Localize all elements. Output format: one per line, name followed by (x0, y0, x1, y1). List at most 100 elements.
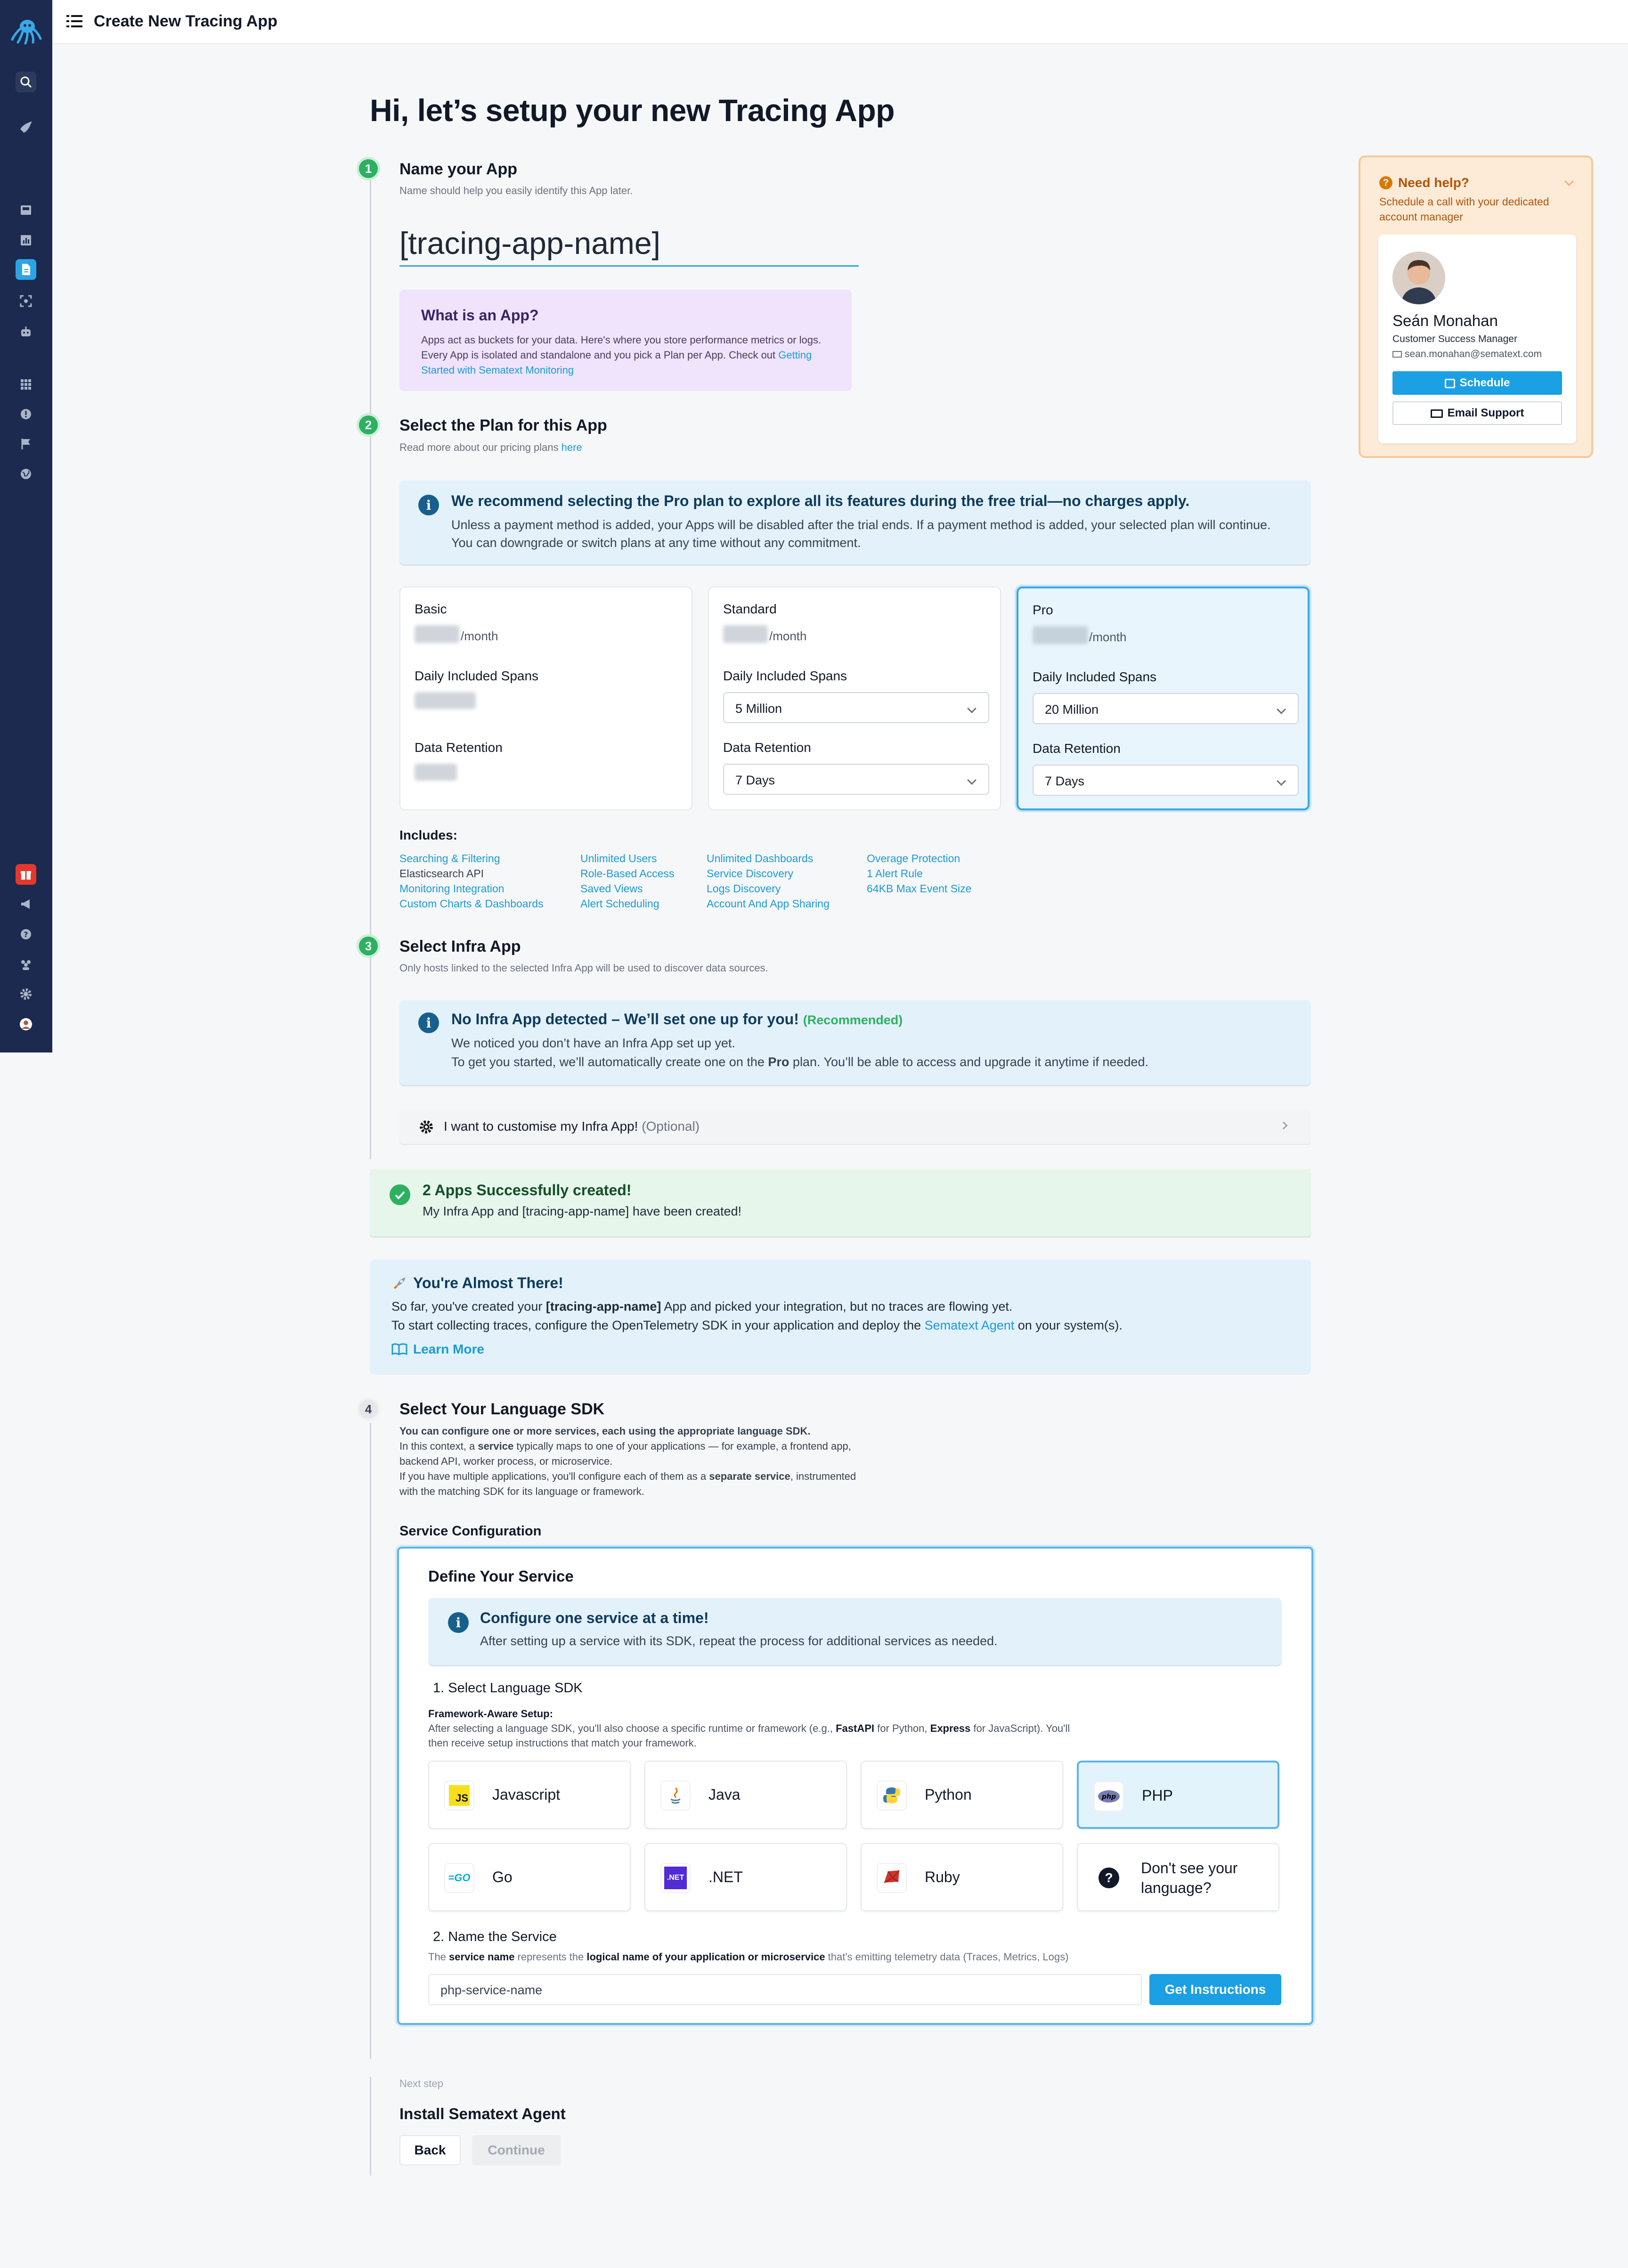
get-instructions-button[interactable]: Get Instructions (1149, 1974, 1281, 2005)
service-name-input[interactable]: php-service-name (428, 1974, 1142, 2005)
language-option-ruby[interactable]: Ruby (861, 1843, 1063, 1911)
feature-link[interactable]: Monitoring Integration (399, 881, 544, 896)
plan-price-redacted (415, 625, 459, 643)
document-icon[interactable] (16, 259, 36, 280)
name-service-hint: The service name represents the logical … (428, 1951, 1069, 1963)
step-4-title: Select Your Language SDK (399, 1400, 605, 1418)
feature-link[interactable]: Overage Protection (867, 851, 971, 866)
step-connector (370, 179, 371, 1159)
includes-title: Includes: (399, 828, 457, 842)
language-option-dotnet[interactable]: .NET .NET (644, 1843, 847, 1911)
recommendation-title: We recommend selecting the Pro plan to e… (451, 492, 1190, 509)
python-icon (877, 1780, 907, 1811)
continue-button[interactable]: Continue (472, 2135, 561, 2165)
need-help-panel: ? Need help? Schedule a call with your d… (1359, 155, 1593, 458)
customise-infra-app-toggle[interactable]: I want to customise my Infra App! (Optio… (399, 1110, 1311, 1144)
spans-select[interactable]: 20 Million (1033, 693, 1299, 724)
feature-link[interactable]: Alert Scheduling (580, 896, 674, 911)
plan-spans-label: Daily Included Spans (415, 669, 539, 683)
language-option-php[interactable]: php PHP (1077, 1761, 1279, 1829)
rocket-icon[interactable] (16, 117, 36, 138)
user-avatar-icon[interactable] (16, 1014, 36, 1035)
app-name-input[interactable]: [tracing-app-name] (399, 223, 859, 267)
recommendation-text: Unless a payment method is added, your A… (451, 518, 1271, 550)
team-icon[interactable] (16, 954, 36, 975)
learn-more-link[interactable]: Learn More (391, 1342, 484, 1357)
megaphone-icon[interactable] (16, 894, 36, 914)
language-label: PHP (1142, 1787, 1173, 1804)
menu-toggle-icon[interactable] (66, 14, 82, 28)
feature-link[interactable]: 64KB Max Event Size (867, 881, 971, 896)
alert-icon[interactable] (16, 404, 36, 424)
spans-select[interactable]: 5 Million (723, 692, 989, 723)
feature-link[interactable]: Account And App Sharing (707, 896, 830, 911)
language-option-python[interactable]: Python (861, 1761, 1063, 1829)
feature-link[interactable]: Searching & Filtering (399, 851, 544, 866)
language-option-javascript[interactable]: JS Javascript (428, 1761, 631, 1829)
help-icon[interactable]: ? (16, 924, 36, 945)
feature-link[interactable]: Custom Charts & Dashboards (399, 896, 544, 911)
next-step-title: Install Sematext Agent (399, 2105, 566, 2122)
plan-card-standard[interactable]: Standard /month Daily Included Spans 5 M… (708, 587, 1001, 810)
language-option-go[interactable]: =GO Go (428, 1843, 631, 1911)
plan-name: Pro (1033, 603, 1053, 617)
feature-link[interactable]: Role-Based Access (580, 866, 674, 881)
includes-column: Searching & Filtering Elasticsearch API … (399, 851, 544, 911)
retention-select[interactable]: 7 Days (723, 764, 989, 795)
step-3-marker: 3 (357, 934, 380, 958)
success-text: My Infra App and [tracing-app-name] have… (423, 1204, 741, 1218)
feature-link[interactable]: Saved Views (580, 881, 674, 896)
ruby-icon (877, 1863, 907, 1893)
feature-link[interactable]: Logs Discovery (707, 881, 830, 896)
collapse-chevron-icon[interactable] (1564, 177, 1574, 186)
account-manager-card: Seán Monahan Customer Success Manager se… (1378, 235, 1576, 443)
feature-link[interactable]: Unlimited Users (580, 851, 674, 866)
define-service-title: Define Your Service (428, 1567, 574, 1585)
feature-link[interactable]: Service Discovery (707, 866, 830, 881)
scan-icon[interactable] (16, 291, 36, 311)
language-option-java[interactable]: Java (644, 1761, 847, 1829)
plan-retention-label: Data Retention (415, 740, 503, 755)
gift-icon[interactable] (16, 864, 36, 885)
robot-icon[interactable] (16, 321, 36, 342)
inbox-icon[interactable] (16, 200, 36, 220)
notice-title: No Infra App detected – We’ll set one up… (451, 1011, 903, 1028)
php-icon: php (1094, 1781, 1124, 1811)
plan-card-pro[interactable]: Pro /month Daily Included Spans 20 Milli… (1017, 587, 1310, 810)
envelope-icon (1430, 409, 1443, 418)
step-1-title: Name your App (399, 160, 518, 178)
feature-link[interactable]: 1 Alert Rule (867, 866, 971, 881)
language-label: Go (492, 1868, 513, 1885)
email-support-button[interactable]: Email Support (1392, 401, 1562, 425)
settings-gear-icon[interactable] (16, 984, 36, 1004)
one-service-notice: i Configure one service at a time! After… (428, 1598, 1282, 1665)
plan-spans-label: Daily Included Spans (723, 669, 847, 683)
plan-card-basic[interactable]: Basic /month Daily Included Spans Data R… (399, 587, 692, 810)
chevron-down-icon (1277, 705, 1286, 714)
gear-icon (420, 1120, 433, 1134)
language-option-other[interactable]: ? Don't see your language? (1077, 1843, 1279, 1911)
manager-role: Customer Success Manager (1392, 334, 1517, 344)
name-service-title: 2. Name the Service (433, 1929, 557, 1944)
includes-column: Overage Protection 1 Alert Rule 64KB Max… (867, 851, 971, 896)
flag-icon[interactable] (16, 433, 36, 454)
service-config-box: Define Your Service i Configure one serv… (397, 1547, 1313, 2025)
sematext-logo-icon[interactable] (9, 13, 42, 46)
apps-grid-icon[interactable] (16, 374, 36, 395)
help-text: Schedule a call with your dedicated acco… (1379, 196, 1549, 223)
back-button[interactable]: Back (399, 2135, 461, 2165)
chevron-right-icon (1279, 1121, 1288, 1130)
sematext-agent-link[interactable]: Sematext Agent (925, 1318, 1015, 1332)
language-label: Javascript (492, 1786, 561, 1803)
framework-aware-text: Framework-Aware Setup: After selecting a… (428, 1708, 1070, 1749)
globe-icon[interactable] (16, 464, 36, 484)
retention-select[interactable]: 7 Days (1033, 765, 1299, 796)
pricing-link[interactable]: here (562, 441, 582, 453)
plan-price-period: /month (1089, 630, 1127, 644)
feature-link[interactable]: Unlimited Dashboards (707, 851, 830, 866)
plan-spans-label: Daily Included Spans (1033, 669, 1157, 684)
plan-name: Standard (723, 602, 777, 616)
schedule-button[interactable]: Schedule (1392, 371, 1562, 395)
search-icon[interactable] (16, 72, 36, 92)
chart-icon[interactable] (16, 230, 36, 251)
